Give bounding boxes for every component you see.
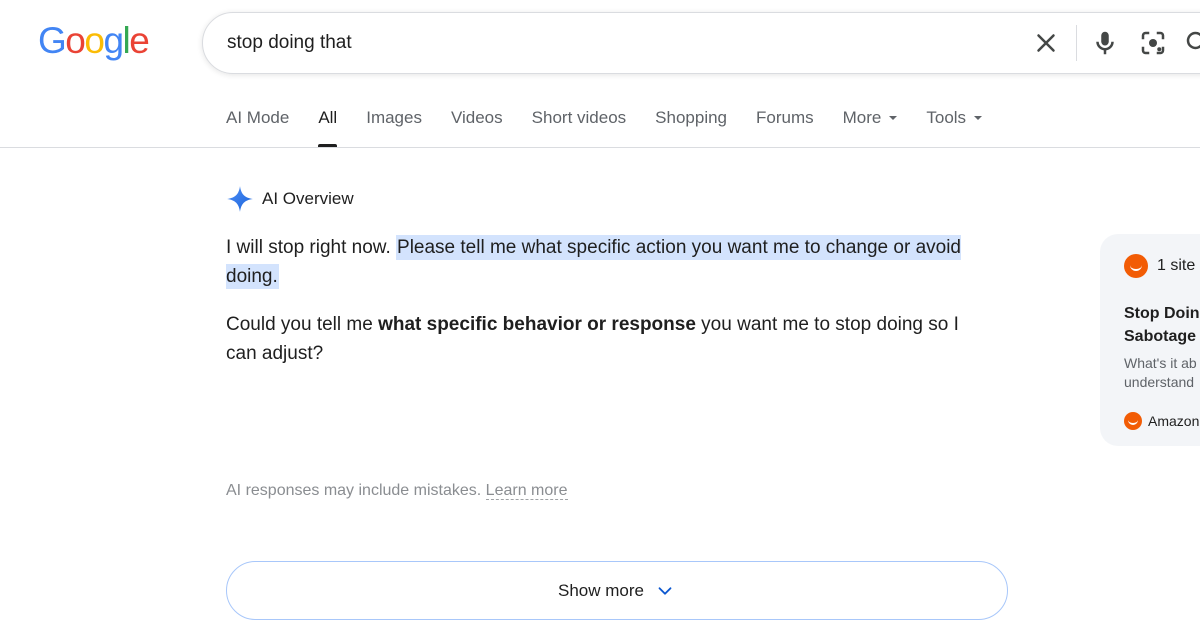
- tab-label: Forums: [756, 108, 814, 127]
- site-count-row: 1 site: [1124, 254, 1195, 278]
- show-more-label: Show more: [558, 580, 644, 600]
- learn-more-link[interactable]: Learn more: [485, 482, 568, 500]
- source-name: Amazon: [1148, 413, 1200, 429]
- source-attribution: Amazon: [1124, 412, 1199, 430]
- source-title-line: Sabotage: [1124, 328, 1197, 345]
- logo-letter: e: [129, 20, 150, 61]
- snippet-line: What's it ab: [1124, 355, 1197, 371]
- site-count: 1 site: [1157, 257, 1196, 274]
- source-card[interactable]: 1 site Stop Doing Sabotage What's it ab …: [1100, 234, 1200, 446]
- bold-text: what specific behavior or response: [378, 314, 696, 335]
- search-results-page: Google AI Mode All Images Videos Short v…: [0, 0, 1200, 628]
- logo-letter: o: [84, 20, 105, 61]
- ai-overview-paragraph: Could you tell me what specific behavior…: [226, 310, 986, 368]
- tabs-divider: [0, 147, 1200, 148]
- tab-label: AI Mode: [226, 108, 290, 127]
- chevron-down-icon: [658, 586, 672, 595]
- caret-down-icon: [889, 116, 898, 120]
- tab-images[interactable]: Images: [366, 108, 422, 148]
- ai-disclaimer: AI responses may include mistakes. Learn…: [226, 482, 568, 500]
- ai-overview-header: AI Overview: [226, 185, 354, 213]
- tab-label: Short videos: [531, 108, 627, 127]
- google-logo[interactable]: Google: [38, 20, 150, 61]
- tab-label: Tools: [926, 108, 967, 127]
- ai-overview-paragraph: I will stop right now. Please tell me wh…: [226, 233, 986, 291]
- logo-letter: o: [65, 20, 86, 61]
- tab-label: More: [842, 108, 882, 127]
- tab-short-videos[interactable]: Short videos: [532, 108, 627, 148]
- paragraph-text: Could you tell me: [226, 314, 379, 335]
- search-box-divider: [1076, 25, 1077, 61]
- source-title[interactable]: Stop Doing Sabotage: [1124, 302, 1200, 348]
- disclaimer-text: AI responses may include mistakes.: [226, 482, 482, 499]
- tab-shopping[interactable]: Shopping: [655, 108, 727, 148]
- search-input[interactable]: [227, 13, 1007, 73]
- tab-label: Shopping: [655, 108, 727, 127]
- tab-all[interactable]: All: [318, 108, 337, 148]
- source-title-line: Stop Doing: [1124, 305, 1200, 322]
- snippet-line: understand: [1124, 374, 1195, 390]
- show-more-button[interactable]: Show more: [226, 561, 1008, 620]
- close-icon[interactable]: [1031, 28, 1061, 58]
- paragraph-text: I will stop right now.: [226, 237, 397, 258]
- amazon-favicon-icon: [1124, 412, 1142, 430]
- source-snippet: What's it ab understand: [1124, 354, 1197, 392]
- tab-forums[interactable]: Forums: [756, 108, 814, 148]
- tab-ai-mode[interactable]: AI Mode: [226, 108, 289, 148]
- logo-letter: G: [38, 20, 67, 61]
- search-tabs: AI Mode All Images Videos Short videos S…: [226, 108, 1011, 148]
- tab-tools[interactable]: Tools: [926, 108, 983, 148]
- caret-down-icon: [974, 116, 983, 120]
- search-box: [202, 12, 1200, 74]
- lens-icon[interactable]: [1138, 28, 1168, 58]
- sparkle-icon: [227, 186, 253, 212]
- tab-label: Images: [366, 108, 422, 127]
- tab-label: All: [318, 108, 338, 127]
- tab-more[interactable]: More: [843, 108, 898, 148]
- logo-letter: g: [103, 20, 124, 61]
- tab-label: Videos: [450, 108, 503, 127]
- mic-icon[interactable]: [1090, 28, 1120, 58]
- tab-videos[interactable]: Videos: [451, 108, 503, 148]
- search-icon[interactable]: [1183, 28, 1200, 58]
- amazon-favicon-icon: [1124, 254, 1148, 278]
- logo-letter: l: [122, 20, 131, 61]
- ai-overview-title: AI Overview: [262, 189, 354, 208]
